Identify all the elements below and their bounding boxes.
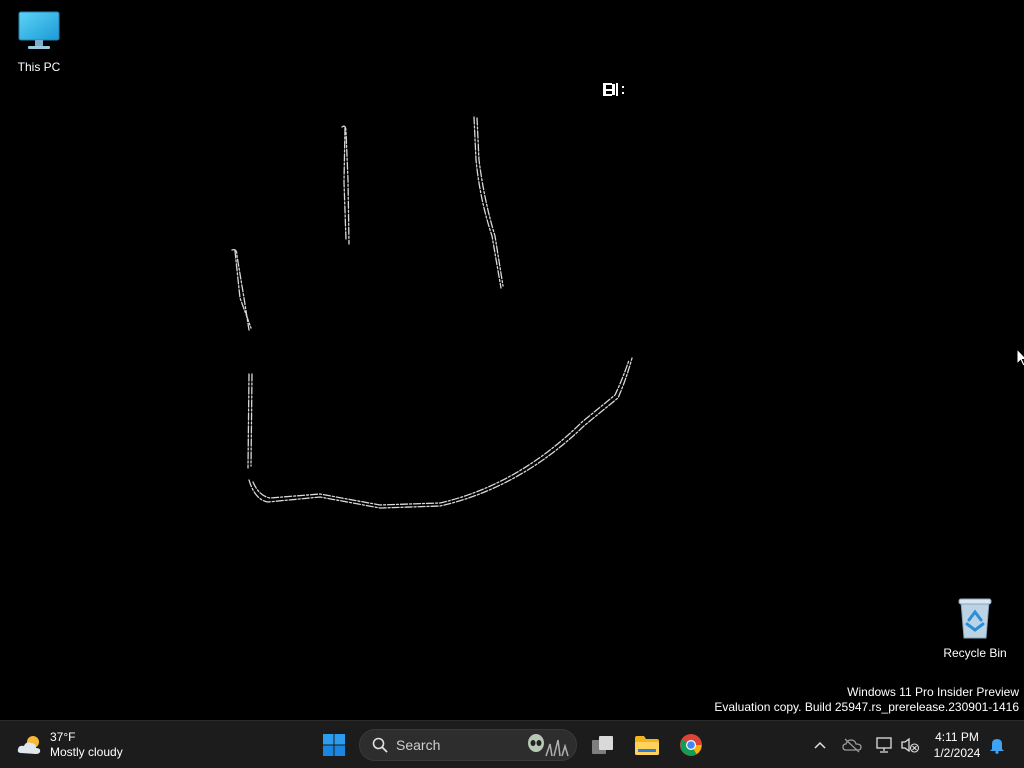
file-explorer-button[interactable] — [628, 726, 666, 764]
chrome-icon — [680, 734, 702, 756]
drawing-stroke — [248, 357, 633, 509]
start-button[interactable] — [315, 726, 353, 764]
network-tray[interactable] — [872, 733, 896, 757]
desktop: This PC Recycle Bin Windows 11 Pro Insid… — [0, 0, 1024, 720]
search-icon — [372, 737, 388, 753]
search-highlight-icon — [528, 734, 569, 757]
windows-watermark: Windows 11 Pro Insider Preview Evaluatio… — [714, 685, 1019, 715]
taskbar: 37°F Mostly cloudy Search 4:11 PM 1/2/20… — [0, 720, 1024, 768]
clock-time: 4:11 PM — [935, 730, 979, 744]
weather-temperature: 37°F — [50, 730, 76, 744]
freehand-drawing — [231, 83, 633, 509]
clock-date: 1/2/2024 — [933, 746, 981, 760]
show-hidden-icons-button[interactable] — [808, 733, 832, 757]
drawing-stroke — [231, 248, 250, 331]
bell-icon — [990, 739, 1004, 754]
onedrive-tray[interactable] — [840, 733, 864, 757]
notification-center-button[interactable] — [985, 733, 1009, 757]
task-view-icon — [592, 736, 613, 754]
search-placeholder: Search — [396, 737, 441, 753]
drawing-stroke — [250, 373, 253, 467]
folder-icon — [635, 736, 659, 755]
drawing-stroke — [473, 116, 502, 289]
chevron-up-icon — [814, 741, 826, 749]
speaker-muted-icon — [901, 737, 920, 753]
watermark-line: Evaluation copy. Build 25947.rs_prerelea… — [714, 700, 1019, 714]
taskbar-search[interactable]: Search — [359, 729, 577, 761]
drawing-stroke — [247, 373, 250, 469]
cloudy-sun-icon — [17, 736, 41, 754]
weather-condition: Mostly cloudy — [50, 745, 123, 759]
volume-tray[interactable] — [898, 733, 922, 757]
windows-logo-icon — [323, 734, 345, 756]
drawing-stroke — [343, 127, 347, 241]
onedrive-offline-icon — [842, 738, 862, 753]
drawing-stroke — [476, 117, 504, 287]
task-view-button[interactable] — [584, 726, 622, 764]
drawing-stroke — [252, 359, 630, 506]
chrome-button[interactable] — [672, 726, 710, 764]
watermark-line: Windows 11 Pro Insider Preview — [847, 685, 1019, 699]
small-glyph-mark — [603, 83, 624, 96]
taskbar-clock[interactable]: 4:11 PM 1/2/2024 — [928, 729, 986, 761]
network-icon — [876, 737, 892, 753]
mouse-pointer-icon — [1016, 348, 1024, 367]
weather-widget[interactable]: 37°F Mostly cloudy — [16, 728, 123, 762]
